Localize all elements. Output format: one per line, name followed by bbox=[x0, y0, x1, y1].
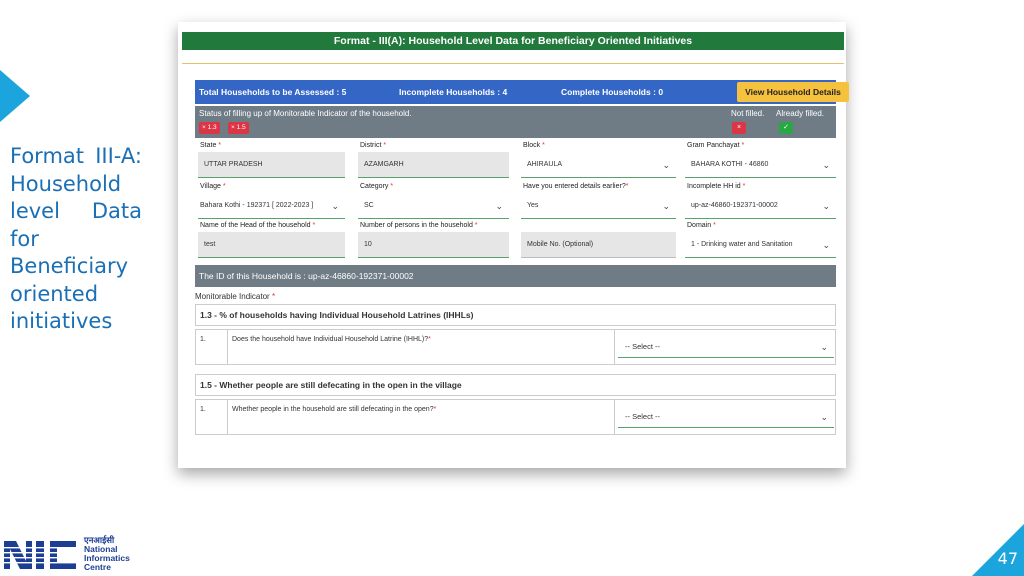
indicator-badge-1-3[interactable]: × 1.3 bbox=[199, 122, 220, 134]
entered-earlier-select[interactable]: Yes ⌄ bbox=[521, 193, 676, 219]
entered-earlier-field: Have you entered details earlier?* Yes ⌄ bbox=[521, 183, 676, 223]
indicator-heading-1-3: 1.3 - % of households having Individual … bbox=[195, 304, 836, 326]
header-divider bbox=[182, 63, 844, 64]
head-name-field: Name of the Head of the household * test bbox=[198, 222, 345, 262]
form-screenshot: Format - III(A): Household Level Data fo… bbox=[178, 22, 849, 468]
chevron-down-icon: ⌄ bbox=[820, 412, 828, 422]
incomplete-households: Incomplete Households : 4 bbox=[399, 87, 508, 97]
question-text: Does the household have Individual House… bbox=[232, 336, 431, 343]
gram-panchayat-select[interactable]: BAHARA KOTHI - 46860 ⌄ bbox=[685, 152, 836, 178]
question-number: 1. bbox=[196, 330, 228, 364]
slide: Format III-A: Household level Data for B… bbox=[0, 0, 1024, 576]
status-title: Status of filling up of Monitorable Indi… bbox=[199, 109, 412, 118]
not-filled-icon: × bbox=[732, 122, 746, 134]
persons-input[interactable]: 10 bbox=[358, 232, 509, 258]
category-select[interactable]: SC ⌄ bbox=[358, 193, 509, 219]
village-select[interactable]: Bahara Kothi - 192371 [ 2022-2023 ] ⌄ bbox=[198, 193, 345, 219]
block-select[interactable]: AHIRAULA ⌄ bbox=[521, 152, 676, 178]
mobile-field: Mobile No. (Optional) bbox=[521, 222, 676, 262]
chevron-down-icon: ⌄ bbox=[495, 201, 503, 211]
open-defecation-answer-select[interactable]: -- Select -- ⌄ bbox=[618, 406, 834, 428]
status-bar: Status of filling up of Monitorable Indi… bbox=[195, 106, 836, 138]
incomplete-hh-id-select[interactable]: up-az-46860-192371-00002 ⌄ bbox=[685, 193, 836, 219]
chevron-down-icon: ⌄ bbox=[820, 342, 828, 352]
state-field: State * UTTAR PRADESH bbox=[198, 142, 345, 182]
category-field: Category * SC ⌄ bbox=[358, 183, 509, 223]
complete-households: Complete Households : 0 bbox=[561, 87, 664, 97]
indicator-question-row: 1. Whether people in the household are s… bbox=[195, 399, 836, 435]
incomplete-hh-id-field: Incomplete HH id * up-az-46860-192371-00… bbox=[685, 183, 836, 223]
head-name-input[interactable]: test bbox=[198, 232, 345, 258]
domain-select[interactable]: 1 - Drinking water and Sanitation ⌄ bbox=[685, 232, 836, 258]
indicator-heading-1-5: 1.5 - Whether people are still defecatin… bbox=[195, 374, 836, 396]
form-header: Format - III(A): Household Level Data fo… bbox=[182, 32, 844, 50]
chevron-down-icon: ⌄ bbox=[822, 201, 830, 211]
village-field: Village * Bahara Kothi - 192371 [ 2022-2… bbox=[198, 183, 345, 223]
nic-logo-text: एनआईसी National Informatics Centre bbox=[84, 536, 130, 572]
household-id-bar: The ID of this Household is : up-az-4686… bbox=[195, 265, 836, 287]
question-text: Whether people in the household are stil… bbox=[232, 406, 437, 413]
domain-field: Domain * 1 - Drinking water and Sanitati… bbox=[685, 222, 836, 262]
nic-logo-icon bbox=[4, 541, 76, 569]
chevron-down-icon: ⌄ bbox=[822, 240, 830, 250]
answer-cell: -- Select -- ⌄ bbox=[614, 400, 836, 434]
gram-panchayat-field: Gram Panchayat * BAHARA KOTHI - 46860 ⌄ bbox=[685, 142, 836, 182]
chevron-down-icon: ⌄ bbox=[662, 201, 670, 211]
view-household-details-button[interactable]: View Household Details bbox=[737, 82, 849, 102]
district-input[interactable]: AZAMGARH bbox=[358, 152, 509, 178]
mobile-input[interactable]: Mobile No. (Optional) bbox=[521, 232, 676, 258]
answer-cell: -- Select -- ⌄ bbox=[614, 330, 836, 364]
block-field: Block * AHIRAULA ⌄ bbox=[521, 142, 676, 182]
monitorable-indicator-label: Monitorable Indicator * bbox=[195, 292, 276, 301]
page-number: 47 bbox=[997, 549, 1018, 568]
nic-logo: एनआईसी National Informatics Centre bbox=[4, 536, 134, 572]
slide-title: Format III-A: Household level Data for B… bbox=[10, 144, 142, 333]
persons-field: Number of persons in the household * 10 bbox=[358, 222, 509, 262]
decorative-arrow bbox=[0, 70, 30, 122]
ihhl-answer-select[interactable]: -- Select -- ⌄ bbox=[618, 336, 834, 358]
summary-bar: Total Households to be Assessed : 5 Inco… bbox=[195, 80, 849, 104]
total-households: Total Households to be Assessed : 5 bbox=[199, 87, 347, 97]
indicator-badge-1-5[interactable]: × 1.5 bbox=[228, 122, 249, 134]
question-number: 1. bbox=[196, 400, 228, 434]
check-icon: ✓ bbox=[779, 122, 793, 134]
chevron-down-icon: ⌄ bbox=[822, 160, 830, 170]
indicator-question-row: 1. Does the household have Individual Ho… bbox=[195, 329, 836, 365]
logo-line-3: Centre bbox=[84, 562, 111, 572]
state-input[interactable]: UTTAR PRADESH bbox=[198, 152, 345, 178]
chevron-down-icon: ⌄ bbox=[662, 160, 670, 170]
district-field: District * AZAMGARH bbox=[358, 142, 509, 182]
already-filled-label: Already filled. bbox=[776, 109, 825, 118]
not-filled-label: Not filled. bbox=[731, 109, 765, 118]
chevron-down-icon: ⌄ bbox=[331, 201, 339, 211]
